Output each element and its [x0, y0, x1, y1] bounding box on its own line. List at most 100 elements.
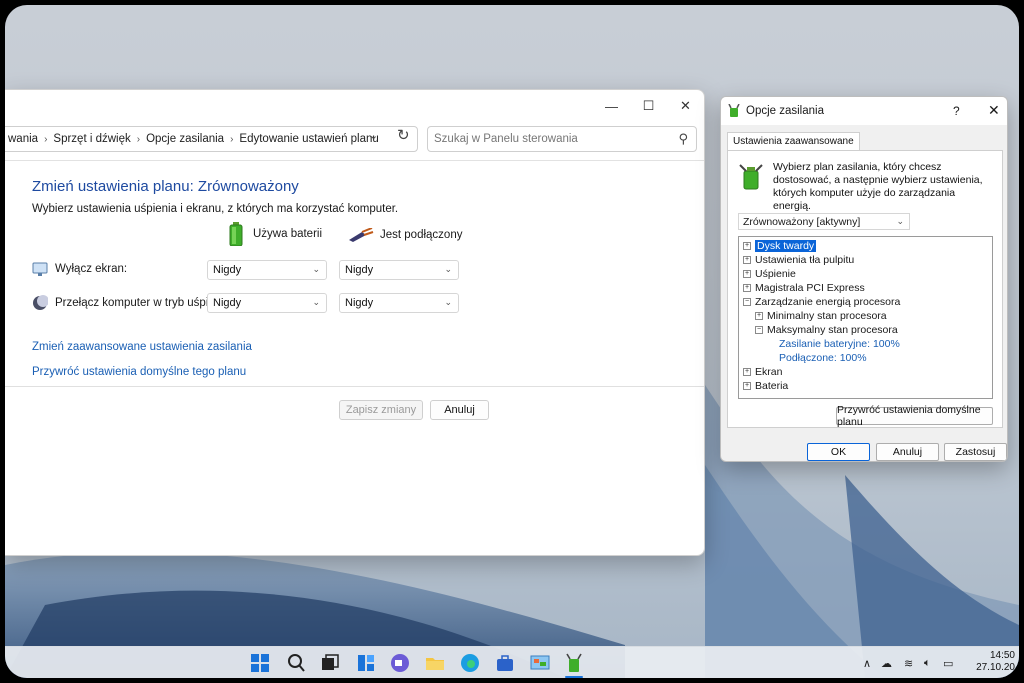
tree-item[interactable]: + Ustawienia tła pulpitu — [739, 253, 992, 267]
help-icon[interactable]: ? — [953, 104, 960, 118]
ok-button[interactable]: OK — [807, 443, 870, 461]
address-bar[interactable]: wania › Sprzęt i dźwięk › Opcje zasilani… — [5, 126, 418, 152]
battery-icon — [229, 222, 243, 246]
page-title: Zmień ustawienia planu: Zrównoważony — [32, 178, 299, 195]
control-panel-window: — ☐ ✕ wania › Sprzęt i dźwięk › Opcje za… — [5, 89, 705, 556]
cancel-button[interactable]: Anuluj — [876, 443, 939, 461]
search-icon[interactable]: ⚲ — [678, 131, 688, 147]
select-value: Nigdy — [213, 297, 242, 309]
task-view-icon[interactable] — [319, 652, 341, 674]
address-bar-row: wania › Sprzęt i dźwięk › Opcje zasilani… — [5, 122, 704, 158]
sleep-plugged-select[interactable]: Nigdy ⌄ — [339, 293, 459, 313]
breadcrumb-item[interactable]: Sprzęt i dźwięk — [53, 133, 130, 145]
chevron-down-icon: ⌄ — [312, 264, 320, 274]
plan-settings: Zmień ustawienia planu: Zrównoważony Wyb… — [32, 178, 692, 215]
close-button[interactable]: ✕ — [667, 90, 704, 122]
volume-icon[interactable]: 🔈︎ — [924, 657, 931, 670]
edge-icon[interactable] — [459, 652, 481, 674]
page-subtitle: Wybierz ustawienia uśpienia i ekranu, z … — [32, 203, 399, 215]
breadcrumb-item[interactable]: Opcje zasilania — [146, 133, 224, 145]
tree-item[interactable]: + Magistrala PCI Express — [739, 281, 992, 295]
tree-item-label: Minimalny stan procesora — [767, 310, 887, 322]
dialog-title: Opcje zasilania — [746, 105, 824, 117]
expand-icon[interactable]: + — [743, 368, 751, 376]
tree-item[interactable]: + Uśpienie — [739, 267, 992, 281]
restore-plan-defaults-button[interactable]: Przywróć ustawienia domyślne planu — [836, 404, 993, 428]
row-display-off: Wyłącz ekran: — [32, 261, 127, 277]
chevron-down-icon[interactable]: ⌄ — [369, 129, 378, 142]
breadcrumb-item[interactable]: wania — [8, 133, 38, 145]
select-value: Zrównoważony [aktywny] — [743, 216, 861, 228]
tree-item[interactable]: + Dysk twardy — [739, 239, 992, 253]
power-options-icon[interactable] — [563, 652, 585, 674]
chevron-down-icon: ⌄ — [444, 297, 452, 307]
restore-defaults-link[interactable]: Przywróć ustawienia domyślne tego planu — [32, 366, 246, 378]
expand-icon[interactable]: + — [743, 382, 751, 390]
desktop: — ☐ ✕ wania › Sprzęt i dźwięk › Opcje za… — [5, 5, 1019, 678]
taskbar: ∧ ☁ ≋ 🔈︎ ▭ 14:50 27.10.20 — [5, 646, 1019, 678]
expand-icon[interactable]: + — [743, 256, 751, 264]
search-icon[interactable] — [285, 652, 307, 674]
divider — [5, 160, 704, 161]
display-off-plugged-select[interactable]: Nigdy ⌄ — [339, 260, 459, 280]
dialog-title-bar: Opcje zasilania ? ✕ — [721, 97, 1007, 125]
search-input[interactable]: Szukaj w Panelu sterowania ⚲ — [427, 126, 697, 152]
tree-item-label: Ekran — [755, 366, 783, 378]
file-explorer-icon[interactable] — [424, 652, 446, 674]
minimize-button[interactable]: — — [593, 90, 630, 122]
display-off-battery-select[interactable]: Nigdy ⌄ — [207, 260, 327, 280]
power-options-dialog: Opcje zasilania ? ✕ Ustawienia zaawansow… — [720, 96, 1008, 462]
column-label: Używa baterii — [253, 228, 323, 240]
tree-item[interactable]: − Zarządzanie energią procesora — [739, 295, 992, 309]
maximize-button[interactable]: ☐ — [630, 90, 667, 122]
tree-setting-value[interactable]: Zasilanie bateryjne: 100% — [739, 337, 992, 351]
close-icon[interactable]: ✕ — [988, 102, 1000, 119]
advanced-settings-link[interactable]: Zmień zaawansowane ustawienia zasilania — [32, 341, 252, 353]
tree-item[interactable]: + Bateria — [739, 379, 992, 393]
apply-button[interactable]: Zastosuj — [944, 443, 1007, 461]
settings-tree[interactable]: + Dysk twardy + Ustawienia tła pulpitu +… — [738, 236, 993, 399]
battery-icon[interactable]: ▭ — [943, 657, 953, 670]
expand-icon[interactable]: + — [755, 312, 763, 320]
select-value: Nigdy — [213, 264, 242, 276]
clock[interactable]: 14:50 27.10.20 — [965, 650, 1015, 674]
collapse-icon[interactable]: − — [755, 326, 763, 334]
control-panel-icon[interactable] — [529, 652, 551, 674]
cancel-button[interactable]: Anuluj — [430, 400, 489, 420]
collapse-icon[interactable]: − — [743, 298, 751, 306]
cloud-icon[interactable]: ☁ — [881, 657, 892, 670]
breadcrumb-separator-icon: › — [230, 133, 234, 145]
moon-icon — [33, 295, 48, 310]
tree-item-label: Uśpienie — [755, 268, 796, 280]
power-plug-icon — [349, 228, 374, 242]
start-icon[interactable] — [249, 652, 271, 674]
tree-item[interactable]: + Minimalny stan procesora — [739, 309, 992, 323]
save-changes-button[interactable]: Zapisz zmiany — [339, 400, 423, 420]
breadcrumb-item[interactable]: Edytowanie ustawień planu — [239, 133, 378, 145]
chevron-up-icon[interactable]: ∧ — [863, 657, 871, 670]
tree-item-label: Maksymalny stan procesora — [767, 324, 898, 336]
tree-item[interactable]: + Ekran — [739, 365, 992, 379]
tab-advanced-settings[interactable]: Ustawienia zaawansowane — [727, 132, 860, 151]
tree-item-label: Zarządzanie energią procesora — [755, 296, 901, 308]
chevron-down-icon: ⌄ — [444, 264, 452, 274]
refresh-icon[interactable]: ↻ — [397, 126, 410, 144]
sleep-battery-select[interactable]: Nigdy ⌄ — [207, 293, 327, 313]
chat-icon[interactable] — [389, 652, 411, 674]
column-header-battery: Używa baterii — [229, 222, 322, 246]
plan-select[interactable]: Zrównoważony [aktywny] ⌄ — [738, 213, 910, 230]
tree-item-label: Magistrala PCI Express — [755, 282, 865, 294]
expand-icon[interactable]: + — [743, 270, 751, 278]
divider — [5, 386, 704, 387]
store-icon[interactable] — [494, 652, 516, 674]
widgets-icon[interactable] — [355, 652, 377, 674]
expand-icon[interactable]: + — [743, 284, 751, 292]
clock-date: 27.10.20 — [976, 662, 1015, 673]
monitor-icon — [32, 262, 48, 276]
column-label: Jest podłączony — [380, 229, 463, 241]
tree-item[interactable]: − Maksymalny stan procesora — [739, 323, 992, 337]
tree-setting-value[interactable]: Podłączone: 100% — [739, 351, 992, 365]
wifi-icon[interactable]: ≋ — [904, 657, 913, 670]
expand-icon[interactable]: + — [743, 242, 751, 250]
power-options-icon — [728, 104, 740, 117]
